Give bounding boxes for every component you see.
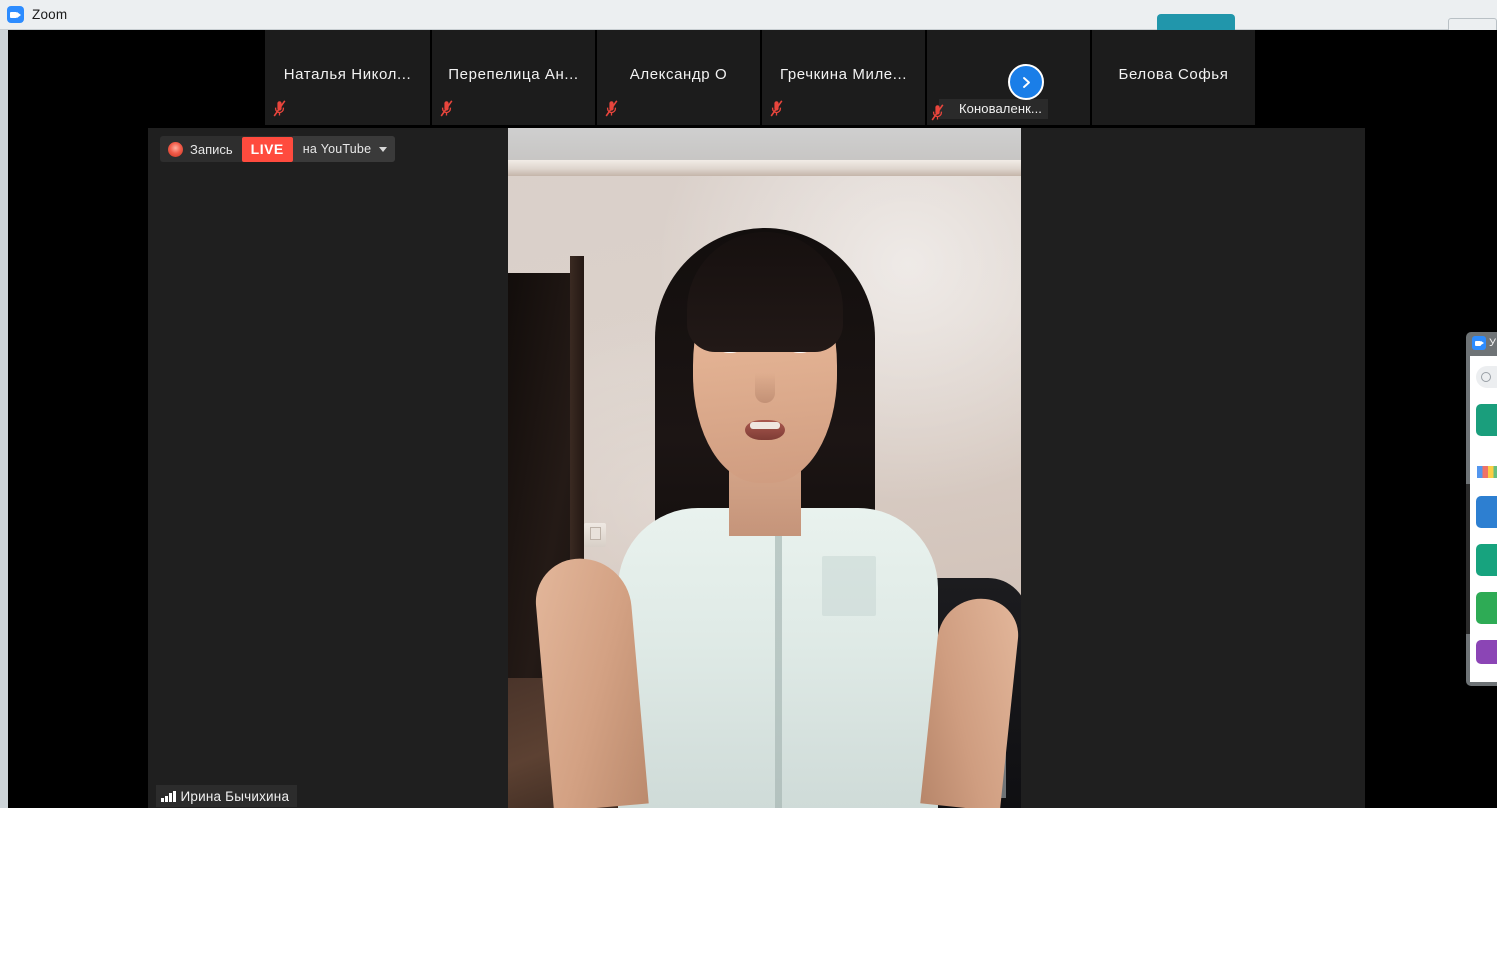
microphone-muted-icon (440, 100, 453, 117)
participant-tile[interactable]: Гречкина Миле... (762, 30, 925, 125)
secondary-window-body (1470, 356, 1497, 682)
zoom-camera-icon (7, 6, 24, 23)
video-person-nose (754, 373, 775, 403)
zoom-app-screenshot: Zoom Наталья Никол... Перепелица Ан... А… (0, 0, 1497, 958)
side-button-5[interactable] (1476, 640, 1497, 664)
secondary-window-titlebar: У (1466, 332, 1497, 354)
speaker-name: Ирина Бычихина (180, 788, 290, 804)
video-light-switch (584, 523, 606, 547)
record-dot-icon (168, 141, 183, 157)
participant-tile[interactable]: Александр О (597, 30, 760, 125)
chevron-right-icon (1022, 76, 1030, 88)
side-button-1[interactable] (1476, 404, 1497, 436)
participant-name: Александр О (629, 66, 728, 83)
stream-destination-label: на YouTube (302, 142, 372, 156)
video-blouse-pocket (822, 556, 876, 616)
search-input[interactable] (1476, 366, 1497, 388)
zoom-camera-icon (1472, 336, 1486, 350)
video-blouse-placket (775, 518, 782, 808)
window-left-edge (0, 30, 8, 808)
video-person-teeth (749, 422, 780, 429)
window-title: Zoom (32, 7, 68, 22)
speaker-name-badge: Ирина Бычихина (156, 785, 298, 807)
side-button-3[interactable] (1476, 544, 1497, 576)
participant-name: Белова Софья (1118, 66, 1229, 83)
filmstrip-next-button[interactable] (1008, 64, 1044, 100)
participant-name: Наталья Никол... (283, 66, 412, 83)
participant-name: Перепелица Ан... (448, 66, 579, 83)
live-badge: LIVE (241, 136, 293, 162)
active-speaker-panel: Запись LIVE на YouTube Ирина Бычихина (148, 128, 1365, 808)
participant-tile[interactable]: Перепелица Ан... (432, 30, 595, 125)
participant-tile[interactable]: Белова Софья (1092, 30, 1255, 125)
microphone-muted-icon (273, 100, 286, 117)
microphone-muted-icon (770, 100, 783, 117)
participant-tile[interactable]: Наталья Никол... (265, 30, 430, 125)
side-button-4[interactable] (1476, 592, 1497, 624)
recording-status-bar: Запись LIVE на YouTube (160, 136, 396, 162)
signal-bars-icon (161, 790, 176, 802)
video-person-blouse (618, 508, 938, 808)
microphone-muted-icon (605, 100, 618, 117)
participant-name: Коноваленк... (939, 99, 1049, 119)
recording-label: Запись (190, 141, 233, 157)
stream-destination-dropdown[interactable]: на YouTube (292, 136, 396, 162)
speaker-video-feed[interactable] (508, 128, 1021, 808)
participant-name: Гречкина Миле... (779, 66, 908, 83)
window-titlebar: Zoom (0, 0, 1497, 30)
side-button-2[interactable] (1476, 496, 1497, 528)
secondary-zoom-window[interactable]: У (1466, 332, 1497, 686)
chevron-down-icon (379, 146, 388, 152)
meeting-stage: Наталья Никол... Перепелица Ан... Алекса… (8, 30, 1497, 808)
brand-logo-icon (1477, 466, 1497, 478)
secondary-window-scrollbar[interactable] (1466, 484, 1470, 634)
participant-filmstrip: Наталья Никол... Перепелица Ан... Алекса… (265, 30, 1257, 125)
microphone-muted-icon (931, 104, 944, 121)
video-cornice (508, 160, 1021, 176)
secondary-window-title: У (1489, 337, 1496, 349)
